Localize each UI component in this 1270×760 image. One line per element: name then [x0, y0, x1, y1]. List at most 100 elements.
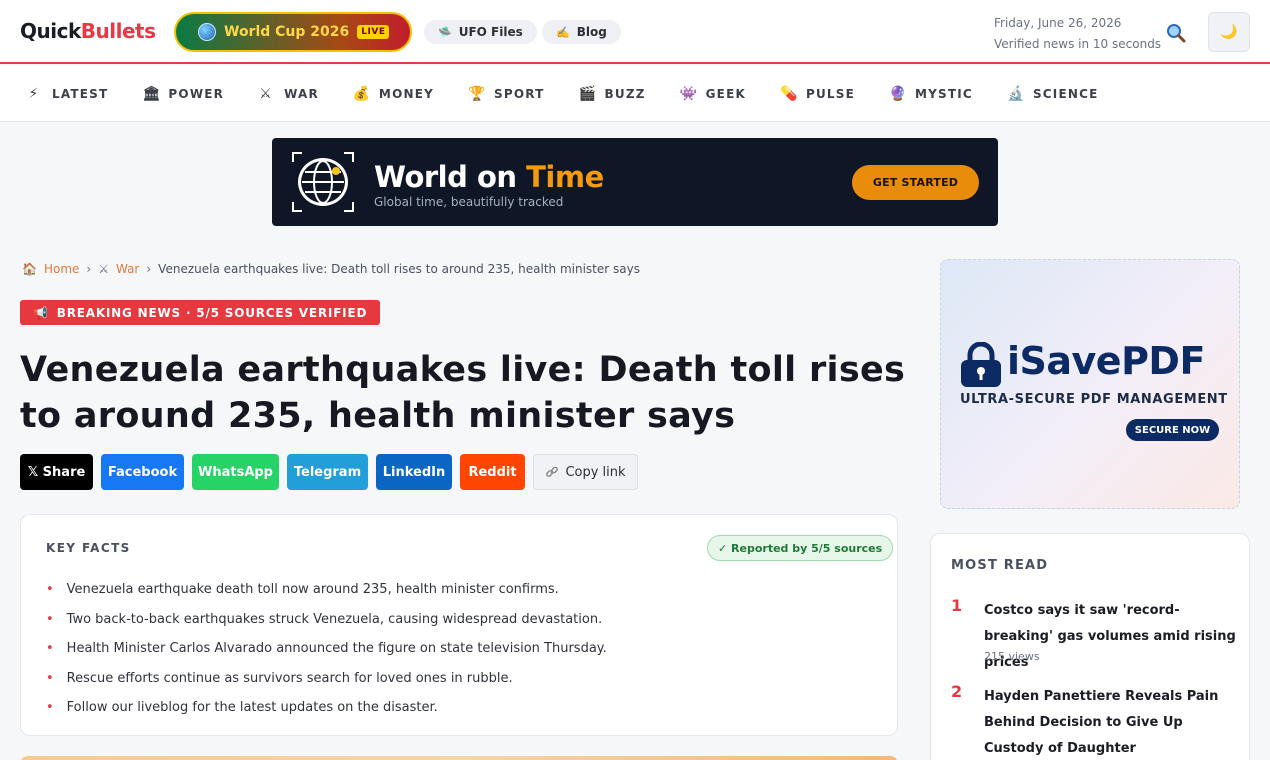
most-read-title[interactable]: Hayden Panettiere Reveals Pain Behind De…	[984, 684, 1239, 760]
share-linkedin-button[interactable]: LinkedIn	[376, 454, 452, 490]
padlock-icon	[961, 342, 1001, 387]
globe-icon	[198, 23, 216, 41]
ufo-icon: 🛸	[438, 25, 452, 39]
nav-label: PULSE	[805, 86, 855, 101]
key-fact-item: Rescue efforts continue as survivors sea…	[46, 664, 607, 694]
home-icon: 🏠	[22, 262, 37, 276]
key-facts-list: Venezuela earthquake death toll now arou…	[46, 575, 607, 723]
share-reddit-button[interactable]: Reddit	[460, 454, 525, 490]
megaphone-icon: 📢	[33, 305, 49, 320]
most-read-views: 215 views	[984, 650, 1040, 663]
most-read-panel: MOST READ 1 Costco says it saw 'record-b…	[930, 533, 1250, 760]
trophy-icon: 🏆	[468, 85, 487, 102]
most-read-heading: MOST READ	[951, 558, 1049, 573]
pill-icon: 💊	[779, 85, 799, 102]
moon-icon: 🌙	[1220, 24, 1238, 40]
nav-label: MONEY	[378, 86, 434, 101]
share-facebook-button[interactable]: Facebook	[101, 454, 184, 490]
crossed-swords-icon: ⚔	[259, 85, 273, 102]
get-started-button[interactable]: GET STARTED	[852, 165, 979, 200]
ad-brand-name: iSavePDF	[1007, 339, 1205, 383]
logo-text-bullets: Bullets	[80, 19, 156, 43]
writing-hand-icon: ✍️	[556, 25, 570, 39]
share-x-button[interactable]: 𝕏 Share	[20, 454, 93, 490]
breadcrumb-home-link[interactable]: Home	[44, 262, 79, 276]
sources-verified-badge: ✓ Reported by 5/5 sources	[707, 535, 894, 561]
world-clock-icon	[292, 152, 354, 212]
money-bag-icon: 💰	[352, 85, 372, 102]
breadcrumb-section-link[interactable]: War	[116, 262, 139, 276]
site-tagline: Verified news in 10 seconds	[994, 37, 1162, 51]
link-icon	[546, 466, 559, 477]
nav-label: SPORT	[494, 86, 545, 101]
breaking-news-label: BREAKING NEWS · 5/5 SOURCES VERIFIED	[56, 305, 368, 320]
copy-link-button[interactable]: Copy link	[533, 454, 638, 490]
lightning-icon: ⚡	[28, 85, 40, 102]
nav-item-pulse[interactable]: 💊 PULSE	[780, 86, 855, 102]
blog-button[interactable]: ✍️ Blog	[542, 20, 621, 44]
dark-mode-toggle[interactable]: 🌙	[1208, 12, 1250, 52]
share-telegram-button[interactable]: Telegram	[287, 454, 368, 490]
world-cup-button[interactable]: World Cup 2026 LIVE	[174, 12, 412, 52]
nav-label: SCIENCE	[1032, 86, 1099, 101]
nav-item-mystic[interactable]: 🔮 MYSTIC	[889, 86, 973, 102]
nav-label: LATEST	[52, 86, 109, 101]
nav-label: WAR	[284, 86, 319, 101]
nav-item-sport[interactable]: 🏆 SPORT	[468, 86, 545, 102]
alien-monster-icon: 👾	[679, 85, 699, 102]
nav-item-buzz[interactable]: 🎬 BUZZ	[579, 86, 646, 102]
share-whatsapp-button[interactable]: WhatsApp	[192, 454, 279, 490]
breaking-news-badge: 📢 BREAKING NEWS · 5/5 SOURCES VERIFIED	[20, 300, 381, 325]
most-read-rank: 2	[951, 682, 963, 701]
ufo-files-button[interactable]: 🛸 UFO Files	[424, 20, 537, 44]
crossed-swords-icon: ⚔	[98, 262, 109, 276]
breadcrumb-separator: ›	[146, 262, 152, 276]
current-date: Friday, June 26, 2026	[994, 16, 1122, 30]
government-building-icon: 🏛	[142, 85, 162, 102]
nav-item-war[interactable]: ⚔ WAR	[258, 86, 319, 102]
secure-now-button[interactable]: SECURE NOW	[1126, 419, 1219, 441]
search-icon[interactable]	[1165, 22, 1187, 44]
key-facts-card: KEY FACTS ✓ Reported by 5/5 sources Vene…	[20, 514, 898, 736]
ufo-files-label: UFO Files	[458, 25, 523, 39]
nav-label: GEEK	[705, 86, 746, 101]
category-nav: ⚡ LATEST 🏛 POWER ⚔ WAR 💰 MONEY 🏆 SPORT 🎬 BUZZ …	[0, 66, 1270, 122]
nav-item-science[interactable]: 🔬 SCIENCE	[1007, 86, 1099, 102]
share-bar: 𝕏 Share Facebook WhatsApp Telegram Linke…	[20, 454, 638, 490]
copy-link-label: Copy link	[565, 464, 626, 480]
nav-label: MYSTIC	[915, 86, 973, 101]
next-section-edge	[20, 756, 898, 760]
microscope-icon: 🔬	[1006, 85, 1026, 102]
nav-label: POWER	[168, 86, 225, 101]
banner-title: World on Time	[374, 160, 604, 194]
key-fact-item: Two back-to-back earthquakes struck Vene…	[46, 605, 607, 635]
site-header: QuickBullets World Cup 2026 LIVE 🛸 UFO F…	[0, 0, 1270, 64]
most-read-rank: 1	[951, 596, 963, 615]
world-cup-label: World Cup 2026	[224, 24, 350, 40]
clapperboard-icon: 🎬	[578, 85, 598, 102]
key-facts-heading: KEY FACTS	[46, 541, 131, 555]
header-date-block: Friday, June 26, 2026 Verified news in 1…	[994, 13, 1161, 55]
key-fact-item: Health Minister Carlos Alvarado announce…	[46, 634, 607, 664]
banner-subtitle: Global time, beautifully tracked	[374, 195, 564, 209]
isavepdf-sidebar-ad[interactable]: iSavePDF ULTRA-SECURE PDF MANAGEMENT SEC…	[940, 259, 1240, 509]
world-on-time-banner-ad[interactable]: World on Time Global time, beautifully t…	[272, 138, 998, 226]
nav-item-latest[interactable]: ⚡ LATEST	[26, 86, 108, 102]
key-fact-item: Venezuela earthquake death toll now arou…	[46, 575, 607, 605]
live-badge: LIVE	[357, 25, 390, 39]
breadcrumb: 🏠 Home › ⚔ War › Venezuela earthquakes l…	[22, 262, 640, 276]
nav-label: BUZZ	[604, 86, 646, 101]
crystal-ball-icon: 🔮	[889, 85, 908, 102]
site-logo[interactable]: QuickBullets	[20, 19, 156, 43]
breadcrumb-separator: ›	[86, 262, 92, 276]
most-read-title[interactable]: Costco says it saw 'record-breaking' gas…	[984, 598, 1239, 676]
key-fact-item: Follow our liveblog for the latest updat…	[46, 693, 607, 723]
nav-item-geek[interactable]: 👾 GEEK	[680, 86, 746, 102]
nav-item-power[interactable]: 🏛 POWER	[142, 86, 224, 102]
nav-item-money[interactable]: 💰 MONEY	[353, 86, 434, 102]
ad-tagline: ULTRA-SECURE PDF MANAGEMENT	[960, 392, 1228, 407]
breadcrumb-current: Venezuela earthquakes live: Death toll r…	[158, 262, 640, 276]
logo-text-quick: Quick	[20, 19, 81, 43]
blog-label: Blog	[576, 25, 607, 39]
article-title: Venezuela earthquakes live: Death toll r…	[20, 350, 906, 436]
